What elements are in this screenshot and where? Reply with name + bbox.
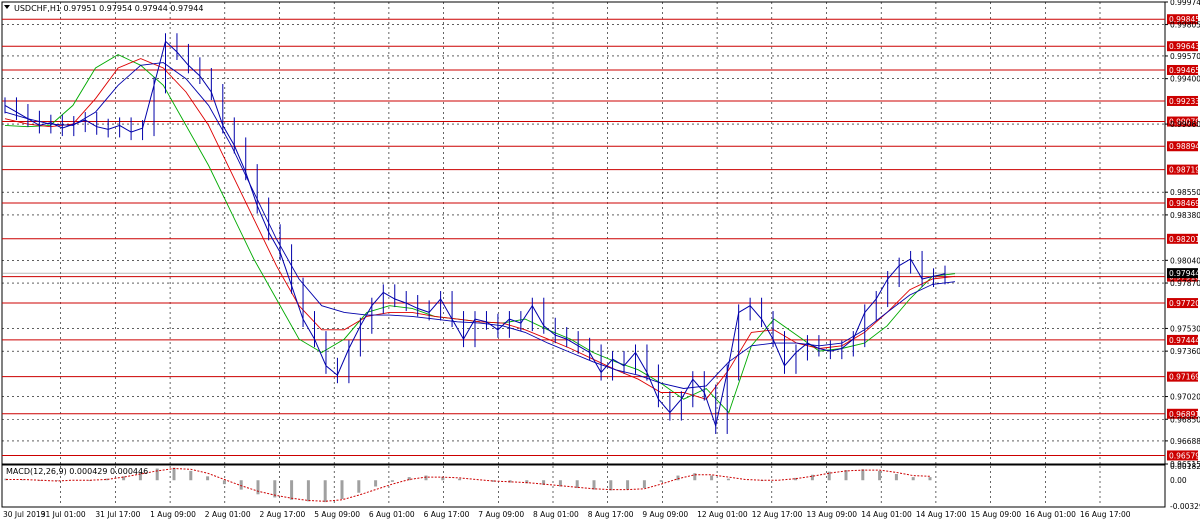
time-tick-label: 12 Aug 17:00 <box>752 510 803 519</box>
price-tick-label: 0.99805 <box>1170 21 1200 30</box>
trading-chart[interactable]: 0.998450.996430.994650.992330.990790.988… <box>0 0 1200 523</box>
grid <box>2 1 1165 506</box>
level-label: 0.98719 <box>1169 166 1200 175</box>
time-tick-label: 16 Aug 17:00 <box>1080 510 1131 519</box>
level-label: 0.97444 <box>1169 336 1200 345</box>
time-axis: 30 Jul 201931 Jul 01:00 31 Jul 17:00 1 Aug… <box>3 510 1131 519</box>
horizontal-levels: 0.998450.996430.994650.992330.990790.988… <box>2 14 1200 461</box>
price-tick-label: 0.97870 <box>1170 279 1200 288</box>
time-tick-label: 30 Jul 2019 <box>3 510 46 519</box>
level-label: 0.99465 <box>1169 66 1200 75</box>
macd-tick-label: 0.00 <box>1170 476 1187 485</box>
macd-label: MACD(12,26,9) 0.000429 0.000446 <box>6 467 148 476</box>
time-tick-label: 6 Aug 01:00 <box>369 510 415 519</box>
price-tick-label: 0.96850 <box>1170 415 1200 424</box>
price-tick-label: 0.99400 <box>1170 75 1200 84</box>
level-label: 0.97169 <box>1169 373 1200 382</box>
time-tick-label: 5 Aug 09:00 <box>314 510 360 519</box>
current-price-label: 0.97944 <box>1169 269 1200 278</box>
chart-title-marker-icon <box>4 5 10 9</box>
price-tick-label: 0.96515 <box>1170 460 1200 469</box>
price-tick-label: 0.97360 <box>1170 347 1200 356</box>
level-label: 0.99233 <box>1169 97 1200 106</box>
time-tick-label: 2 Aug 01:00 <box>205 510 251 519</box>
level-label: 0.98201 <box>1169 235 1200 244</box>
time-tick-label: 14 Aug 01:00 <box>861 510 912 519</box>
time-tick-label: 12 Aug 01:00 <box>697 510 748 519</box>
macd-tick-label: -0.003298 <box>1170 502 1200 511</box>
price-line <box>4 40 946 428</box>
time-tick-label: 1 Aug 09:00 <box>150 510 196 519</box>
price-tick-label: 0.98550 <box>1170 188 1200 197</box>
time-tick-label: 31 Jul 01:00 <box>41 510 86 519</box>
level-label: 0.99643 <box>1169 42 1200 51</box>
time-tick-label: 8 Aug 01:00 <box>533 510 579 519</box>
time-tick-label: 16 Aug 01:00 <box>1025 510 1076 519</box>
price-tick-label: 0.96688 <box>1170 437 1200 446</box>
price-tick-label: 0.99570 <box>1170 52 1200 61</box>
price-tick-label: 0.99060 <box>1170 120 1200 129</box>
time-tick-label: 15 Aug 09:00 <box>971 510 1022 519</box>
time-tick-label: 31 Jul 17:00 <box>95 510 140 519</box>
level-label: 0.98894 <box>1169 142 1200 151</box>
price-tick-label: 0.97020 <box>1170 393 1200 402</box>
price-series <box>4 33 946 434</box>
level-label: 0.98469 <box>1169 199 1200 208</box>
level-label: 0.97720 <box>1169 299 1200 308</box>
time-tick-label: 8 Aug 17:00 <box>588 510 634 519</box>
time-tick-label: 13 Aug 09:00 <box>807 510 858 519</box>
time-tick-label: 7 Aug 09:00 <box>478 510 524 519</box>
time-tick-label: 2 Aug 17:00 <box>260 510 306 519</box>
time-tick-label: 9 Aug 09:00 <box>642 510 688 519</box>
chart-title: USDCHF,H1 0.97951 0.97954 0.97944 0.9794… <box>14 4 203 13</box>
price-tick-label: 0.98380 <box>1170 211 1200 220</box>
macd-indicator: 0.0018240.00-0.003298 <box>4 462 1200 511</box>
price-tick-label: 0.99974 <box>1170 0 1200 7</box>
time-tick-label: 14 Aug 17:00 <box>916 510 967 519</box>
time-tick-label: 6 Aug 17:00 <box>424 510 470 519</box>
price-tick-label: 0.97530 <box>1170 324 1200 333</box>
price-tick-label: 0.98040 <box>1170 256 1200 265</box>
